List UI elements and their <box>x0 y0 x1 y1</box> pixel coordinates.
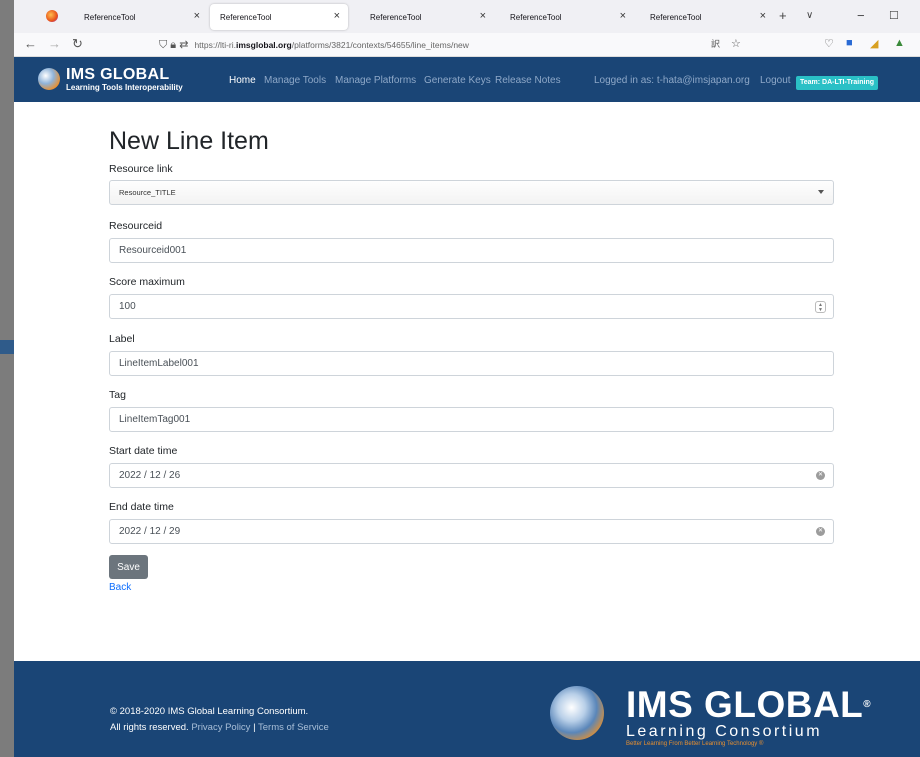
tab-label: ReferenceTool <box>510 12 562 22</box>
logo-sub-text: Learning Tools Interoperability <box>66 83 183 92</box>
minimize-icon[interactable]: − <box>857 8 865 23</box>
score-maximum-value: 100 <box>119 301 136 312</box>
tab-strip: ReferenceTool × ReferenceTool × ReferenceT… <box>14 0 920 33</box>
shield-lock-icon[interactable]: ⛉ 🔒︎ ⇄ <box>159 38 188 52</box>
label-input[interactable]: LineItemLabel001 <box>109 351 834 376</box>
chevron-down-icon <box>818 190 824 194</box>
rights-text: All rights reserved. <box>110 722 189 733</box>
privacy-policy-link[interactable]: Privacy Policy <box>191 722 250 733</box>
tag-label: Tag <box>109 389 126 401</box>
clear-date-icon[interactable]: ✕ <box>816 527 825 536</box>
maximize-icon[interactable]: ☐ <box>889 9 899 22</box>
end-date-label: End date time <box>109 501 174 513</box>
site-header: IMS GLOBAL Learning Tools Interoperabili… <box>14 57 920 102</box>
logout-link[interactable]: Logout <box>760 75 791 86</box>
url-path: /platforms/3821/contexts/54655/line_item… <box>291 40 469 50</box>
nav-home[interactable]: Home <box>229 75 256 86</box>
tab-5[interactable]: ReferenceTool × <box>628 4 774 30</box>
close-tab-icon[interactable]: × <box>334 10 340 22</box>
close-tab-icon[interactable]: × <box>760 10 766 22</box>
resourceid-label: Resourceid <box>109 220 163 232</box>
tab-label: ReferenceTool <box>220 12 272 22</box>
save-button[interactable]: Save <box>109 555 148 579</box>
tab-label: ReferenceTool <box>650 12 702 22</box>
back-arrow-icon[interactable]: ← <box>24 36 37 51</box>
number-spinner-icon[interactable]: ▲ ▼ <box>815 301 826 313</box>
resourceid-input[interactable]: Resourceid001 <box>109 238 834 263</box>
page-title: New Line Item <box>109 127 269 155</box>
tab-label: ReferenceTool <box>84 12 136 22</box>
nav-generate-keys[interactable]: Generate Keys <box>424 75 491 86</box>
resource-link-value: Resource_TITLE <box>119 188 176 197</box>
end-date-value: 2022 / 12 / 29 <box>119 526 181 537</box>
nav-manage-platforms[interactable]: Manage Platforms <box>335 75 416 86</box>
terms-of-service-link[interactable]: Terms of Service <box>258 722 329 733</box>
navigation-toolbar: ← → ↻ ⛉ 🔒︎ ⇄ https://lti-ri. imsglobal.or… <box>14 33 920 57</box>
nav-manage-tools[interactable]: Manage Tools <box>264 75 326 86</box>
start-date-value: 2022 / 12 / 26 <box>119 470 181 481</box>
close-tab-icon[interactable]: × <box>620 10 626 22</box>
team-badge[interactable]: Team: DA-LTI-Training <box>796 76 879 90</box>
url-domain: imsglobal.org <box>236 40 292 50</box>
tag-value: LineItemTag001 <box>119 414 191 425</box>
firefox-icon[interactable] <box>46 10 58 22</box>
clear-date-icon[interactable]: ✕ <box>816 471 825 480</box>
pocket-icon[interactable]: ♡ <box>824 37 834 50</box>
new-tab-icon[interactable]: + <box>779 8 787 23</box>
footer-links: All rights reserved. Privacy Policy | Te… <box>110 722 329 733</box>
reload-icon[interactable]: ↻ <box>72 36 83 52</box>
address-bar[interactable]: ⛉ 🔒︎ ⇄ https://lti-ri. imsglobal.org/plat… <box>159 35 771 55</box>
copyright-text: © 2018-2020 IMS Global Learning Consorti… <box>110 706 309 717</box>
tag-input[interactable]: LineItemTag001 <box>109 407 834 432</box>
label-field-label: Label <box>109 333 135 345</box>
tab-2-active[interactable]: ReferenceTool × <box>210 4 348 30</box>
site-footer: © 2018-2020 IMS Global Learning Consorti… <box>14 661 920 757</box>
close-tab-icon[interactable]: × <box>480 10 486 22</box>
nav-release-notes[interactable]: Release Notes <box>495 75 561 86</box>
start-date-label: Start date time <box>109 445 178 457</box>
url-prefix: https://lti-ri. <box>194 40 236 50</box>
site-logo[interactable]: IMS GLOBAL Learning Tools Interoperabili… <box>66 67 183 93</box>
desktop-window-edge <box>0 340 14 354</box>
extension-brush-icon[interactable]: ◢ <box>870 37 878 50</box>
brand-sub-text: Learning Consortium <box>626 723 823 740</box>
footer-brand-logo: IMS GLOBAL® Learning Consortium Better L… <box>626 686 871 749</box>
logged-in-text: Logged in as: t-hata@imsjapan.org <box>594 75 750 86</box>
close-tab-icon[interactable]: × <box>194 10 200 22</box>
brand-main-text: IMS GLOBAL <box>626 684 864 725</box>
label-value: LineItemLabel001 <box>119 358 199 369</box>
tab-3[interactable]: ReferenceTool × <box>348 4 494 30</box>
score-maximum-input[interactable]: 100 ▲ ▼ <box>109 294 834 319</box>
end-date-input[interactable]: 2022 / 12 / 29 ✕ <box>109 519 834 544</box>
brand-tagline: Better Learning From Better Learning Tec… <box>626 741 764 747</box>
desktop-background <box>0 0 14 757</box>
resourceid-value: Resourceid001 <box>119 245 187 256</box>
resource-link-label: Resource link <box>109 163 173 175</box>
forward-arrow-icon[interactable]: → <box>48 36 61 51</box>
score-maximum-label: Score maximum <box>109 276 185 288</box>
tab-4[interactable]: ReferenceTool × <box>488 4 634 30</box>
resource-link-select[interactable]: Resource_TITLE <box>109 180 834 205</box>
start-date-input[interactable]: 2022 / 12 / 26 ✕ <box>109 463 834 488</box>
extension-puzzle-icon[interactable]: ▲ <box>894 37 905 49</box>
registered-mark: ® <box>863 699 872 710</box>
translate-icon[interactable]: 訳 <box>711 37 720 50</box>
browser-window: ReferenceTool × ReferenceTool × ReferenceT… <box>14 0 920 757</box>
tab-list-icon[interactable]: ∨ <box>806 10 813 21</box>
extension-translate-icon[interactable]: ■ <box>846 37 853 49</box>
tab-label: ReferenceTool <box>370 12 422 22</box>
tab-1[interactable]: ReferenceTool × <box>62 4 208 30</box>
bookmark-star-icon[interactable]: ☆ <box>731 37 741 50</box>
ims-globe-logo-icon <box>550 686 604 740</box>
ims-globe-icon[interactable] <box>38 68 60 90</box>
back-link[interactable]: Back <box>109 582 131 593</box>
logo-main-text: IMS GLOBAL <box>66 66 170 83</box>
footer-separator: | <box>253 722 256 733</box>
